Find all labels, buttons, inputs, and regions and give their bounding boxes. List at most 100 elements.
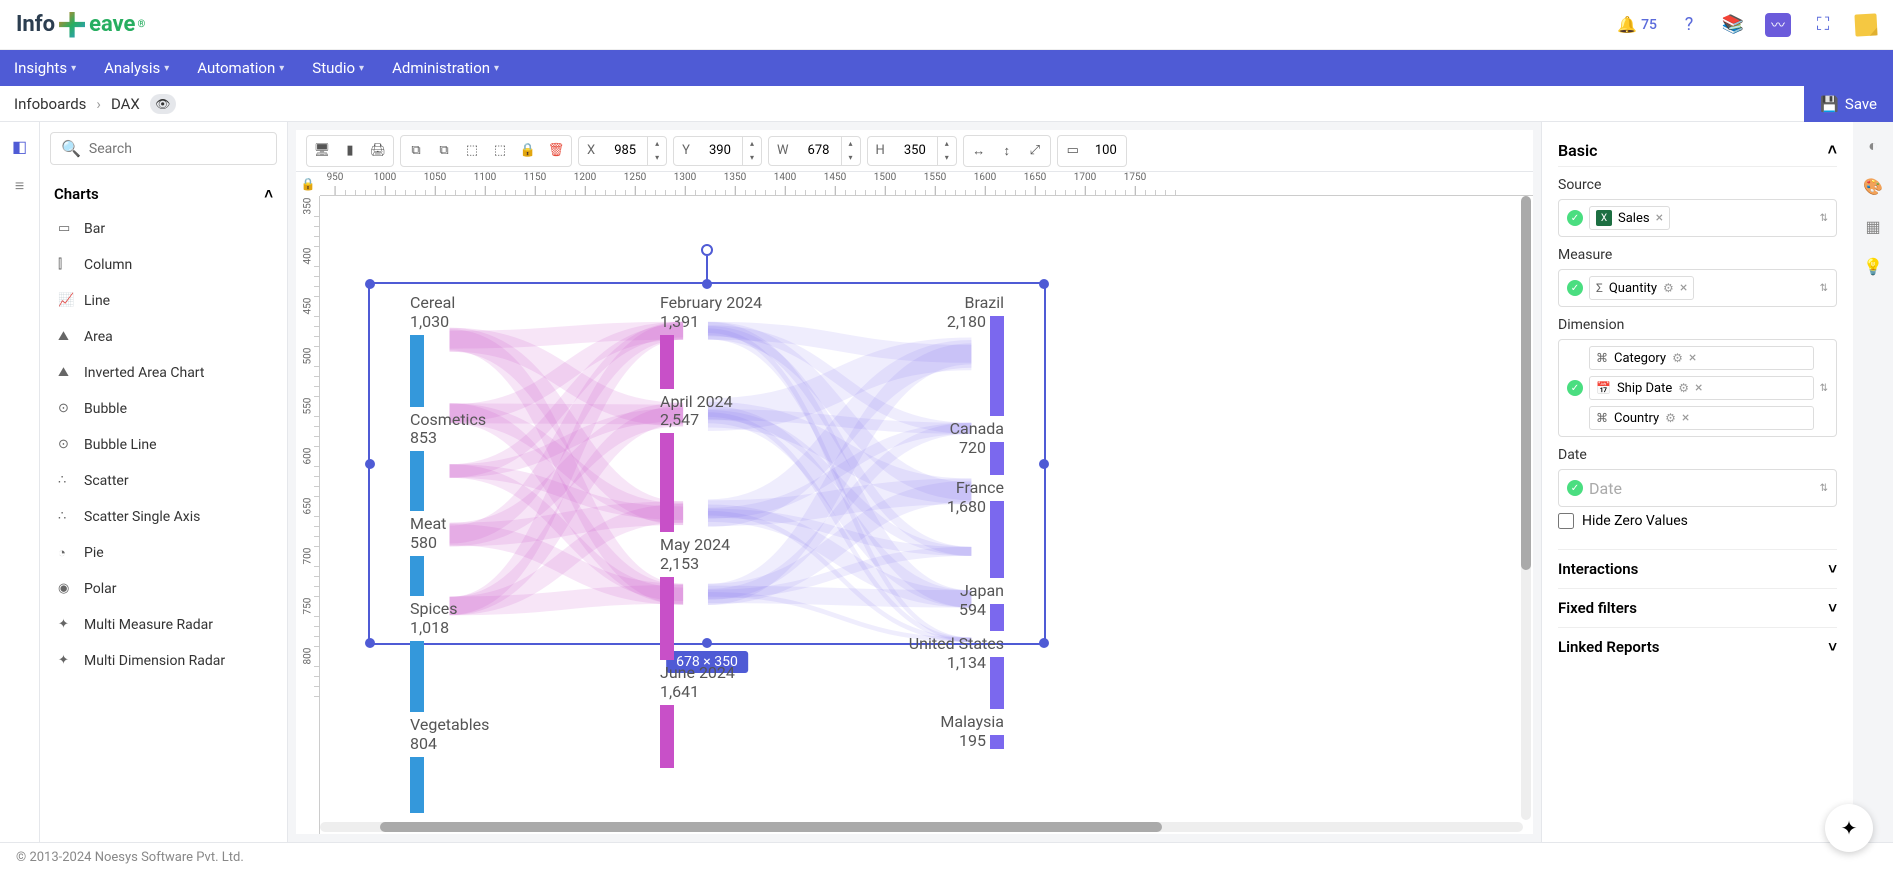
hide-zero-checkbox[interactable]: Hide Zero Values xyxy=(1558,507,1837,535)
bring-front-icon[interactable]: ⬚ xyxy=(459,138,485,164)
remove-icon[interactable]: × xyxy=(1682,410,1689,426)
remove-measure-icon[interactable]: × xyxy=(1680,280,1687,296)
gear-icon[interactable]: ⚙ xyxy=(1672,351,1683,365)
library-icon[interactable]: 📚 xyxy=(1721,13,1745,37)
nav-studio[interactable]: Studio xyxy=(312,59,364,77)
chart-type-bar[interactable]: ▭Bar xyxy=(50,211,277,247)
dimension-selector[interactable]: ✓ ⌘Category⚙×📅Ship Date⚙×⌘Country⚙× ⇅ xyxy=(1558,339,1837,437)
desktop-view-icon[interactable]: 🖥 xyxy=(309,138,335,164)
remove-source-icon[interactable]: × xyxy=(1656,210,1663,226)
chart-type-polar[interactable]: ◉Polar xyxy=(50,571,277,607)
print-icon[interactable]: 🖨 xyxy=(365,138,391,164)
fullscreen-icon[interactable]: ⛶ xyxy=(1811,13,1835,37)
remove-icon[interactable]: × xyxy=(1689,350,1696,366)
x-input[interactable] xyxy=(603,143,647,158)
help-fab[interactable]: ✦ xyxy=(1825,804,1873,852)
h-input[interactable] xyxy=(893,143,937,158)
idea-rail-icon[interactable]: 💡 xyxy=(1861,254,1885,278)
chart-type-inverted-area-chart[interactable]: ⛰Inverted Area Chart xyxy=(50,355,277,391)
charts-section-header[interactable]: Charts ˄ xyxy=(50,177,277,211)
nav-administration[interactable]: Administration xyxy=(392,59,499,77)
opacity-input[interactable] xyxy=(1088,143,1124,158)
linked-reports-section[interactable]: Linked Reports ˅ xyxy=(1558,627,1837,666)
gear-icon[interactable]: ⚙ xyxy=(1665,411,1676,425)
chart-type-multi-measure-radar[interactable]: ✦Multi Measure Radar xyxy=(50,607,277,643)
v-scrollbar[interactable] xyxy=(1521,196,1531,820)
dimension-tag[interactable]: 📅Ship Date⚙× xyxy=(1589,376,1814,400)
h-scrollbar[interactable] xyxy=(320,822,1523,832)
mobile-view-icon[interactable]: ▮ xyxy=(337,138,363,164)
lock-icon[interactable]: 🔒 xyxy=(515,138,541,164)
rotate-handle[interactable] xyxy=(701,244,713,256)
sticky-note-icon[interactable] xyxy=(1854,13,1877,36)
fit-width-icon[interactable]: ↔ xyxy=(966,138,992,164)
fixed-filters-section[interactable]: Fixed filters ˅ xyxy=(1558,588,1837,627)
selected-chart[interactable]: 678 × 350 Cereal1,030Cosmetics853Meat580… xyxy=(368,282,1046,645)
notifications-button[interactable]: 🔔 75 xyxy=(1617,15,1657,34)
nav-analysis[interactable]: Analysis xyxy=(104,59,169,77)
y-coord: Y ▴▾ xyxy=(673,136,762,166)
chart-type-pie[interactable]: ◔Pie xyxy=(50,535,277,571)
dimension-tag[interactable]: ⌘Category⚙× xyxy=(1589,346,1814,370)
component-rail-icon[interactable]: ▦ xyxy=(1861,214,1885,238)
palette-rail-icon[interactable]: 🎨 xyxy=(1861,174,1885,198)
fit-height-icon[interactable]: ↕ xyxy=(994,138,1020,164)
chevron-down-icon[interactable]: ⇅ xyxy=(1820,213,1828,224)
save-button[interactable]: 💾 Save xyxy=(1804,86,1893,122)
measure-selector[interactable]: ✓ Σ Quantity ⚙ × ⇅ xyxy=(1558,269,1837,307)
canvas[interactable]: 678 × 350 Cereal1,030Cosmetics853Meat580… xyxy=(320,196,1533,834)
measure-label: Measure xyxy=(1558,247,1837,263)
theme-rail-icon[interactable]: ◐ xyxy=(1861,134,1885,158)
ruler-lock-icon[interactable]: 🔒 xyxy=(296,172,320,196)
send-back-icon[interactable]: ⬚ xyxy=(487,138,513,164)
app-logo[interactable]: Infoeave® xyxy=(16,12,145,38)
measure-settings-icon[interactable]: ⚙ xyxy=(1663,281,1674,295)
chevron-down-icon[interactable]: ⇅ xyxy=(1820,283,1828,294)
copy-icon[interactable]: ⧉ xyxy=(403,138,429,164)
chart-type-bubble-line[interactable]: ⊙Bubble Line xyxy=(50,427,277,463)
y-up[interactable]: ▴ xyxy=(743,137,761,151)
paste-icon[interactable]: ⧉ xyxy=(431,138,457,164)
chevron-down-icon[interactable]: ⇅ xyxy=(1820,483,1828,494)
battery-icon[interactable]: ▭ xyxy=(1060,138,1086,164)
h-up[interactable]: ▴ xyxy=(938,137,956,151)
chevron-down-icon[interactable]: ⇅ xyxy=(1820,383,1828,394)
breadcrumb-root[interactable]: Infoboards xyxy=(14,95,86,113)
h-down[interactable]: ▾ xyxy=(938,151,956,165)
chart-type-scatter-single-axis[interactable]: ∴Scatter Single Axis xyxy=(50,499,277,535)
preview-icon[interactable]: 👁 xyxy=(150,94,176,114)
interactions-section[interactable]: Interactions ˅ xyxy=(1558,549,1837,588)
x-up[interactable]: ▴ xyxy=(648,137,666,151)
basic-section-header[interactable]: Basic ˄ xyxy=(1558,134,1837,167)
chart-type-scatter[interactable]: ∴Scatter xyxy=(50,463,277,499)
chart-type-multi-dimension-radar[interactable]: ✦Multi Dimension Radar xyxy=(50,643,277,679)
expand-icon[interactable]: ⤢ xyxy=(1022,138,1048,164)
y-down[interactable]: ▾ xyxy=(743,151,761,165)
chart-type-column[interactable]: ⫿Column xyxy=(50,247,277,283)
chart-icon: ⛰ xyxy=(58,365,74,381)
layers-rail-icon[interactable]: ≡ xyxy=(8,174,32,198)
date-selector[interactable]: ✓ Date ⇅ xyxy=(1558,469,1837,507)
dimension-tag[interactable]: ⌘Country⚙× xyxy=(1589,406,1814,430)
hide-zero-input[interactable] xyxy=(1558,513,1574,529)
chart-icon: ⊙ xyxy=(58,401,74,417)
source-selector[interactable]: ✓ X Sales × ⇅ xyxy=(1558,199,1837,237)
search-box[interactable]: 🔍 xyxy=(50,132,277,165)
monitor-icon[interactable]: 〰 xyxy=(1765,13,1791,37)
w-up[interactable]: ▴ xyxy=(842,137,860,151)
search-input[interactable] xyxy=(89,141,267,157)
y-input[interactable] xyxy=(698,143,742,158)
chart-type-area[interactable]: ⛰Area xyxy=(50,319,277,355)
nav-automation[interactable]: Automation xyxy=(197,59,284,77)
chart-type-line[interactable]: 📈Line xyxy=(50,283,277,319)
w-input[interactable] xyxy=(797,143,841,158)
remove-icon[interactable]: × xyxy=(1695,380,1702,396)
gear-icon[interactable]: ⚙ xyxy=(1678,381,1689,395)
w-down[interactable]: ▾ xyxy=(842,151,860,165)
shapes-rail-icon[interactable]: ◧ xyxy=(8,134,32,158)
help-icon[interactable]: ? xyxy=(1677,13,1701,37)
delete-icon[interactable]: 🗑 xyxy=(543,138,569,164)
x-down[interactable]: ▾ xyxy=(648,151,666,165)
chart-type-bubble[interactable]: ⊙Bubble xyxy=(50,391,277,427)
nav-insights[interactable]: Insights xyxy=(14,59,76,77)
